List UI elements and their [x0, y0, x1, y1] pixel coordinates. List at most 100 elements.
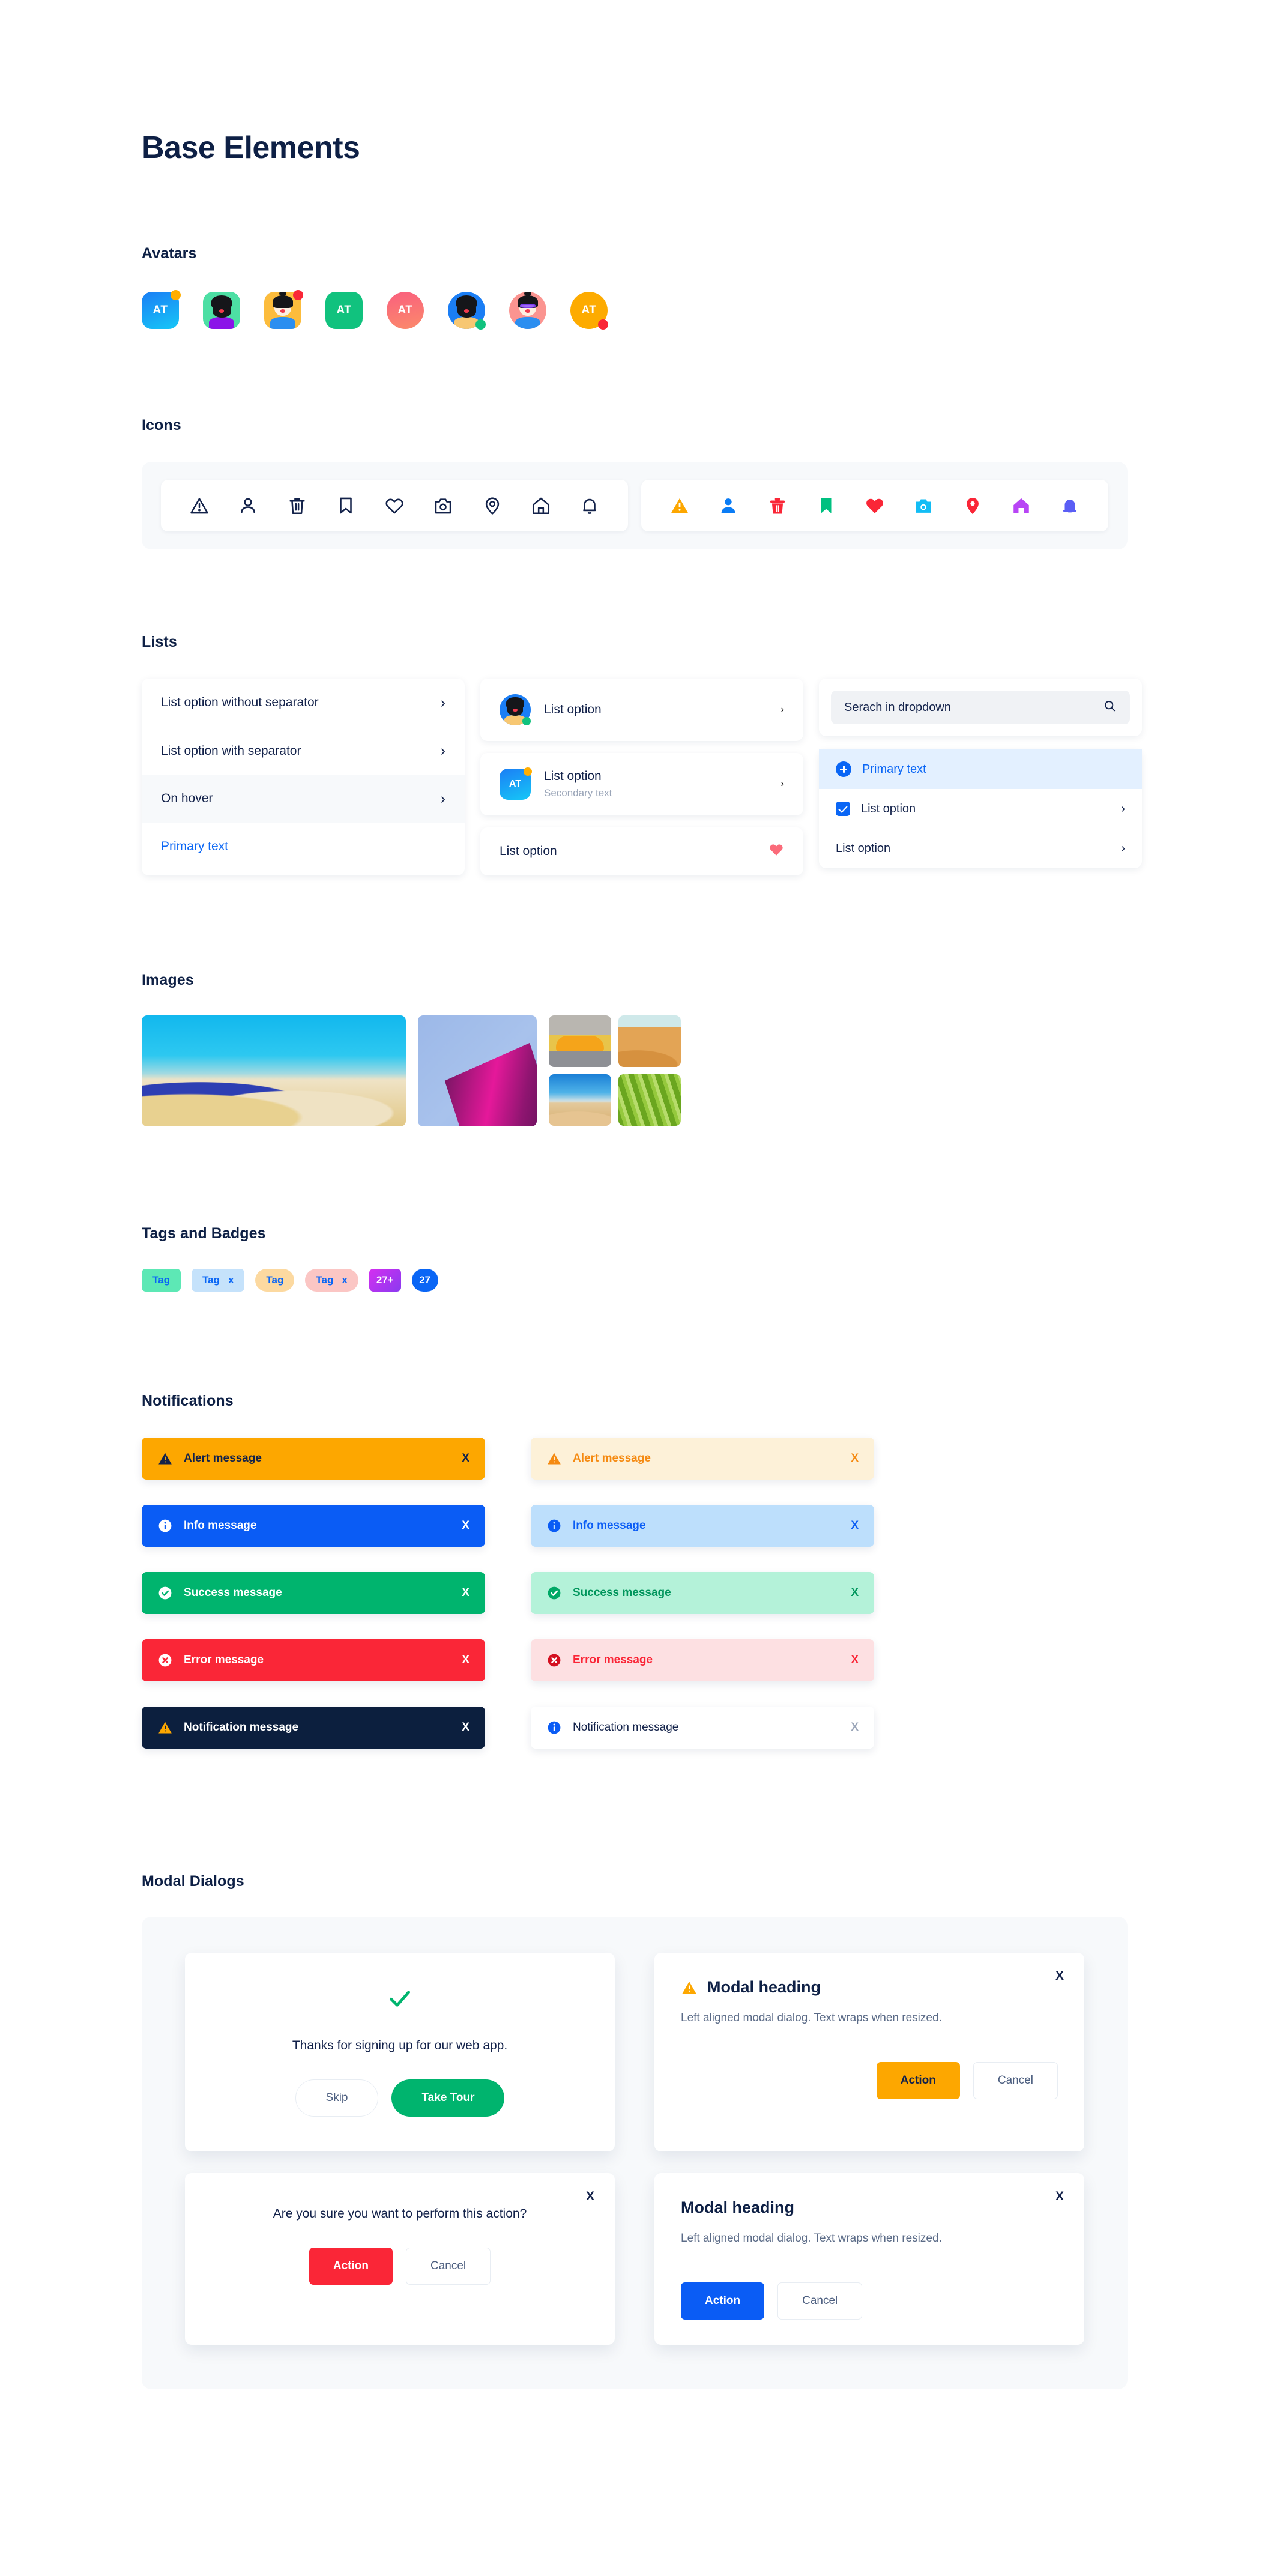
image-green-palm-leaves[interactable]: [618, 1074, 681, 1126]
avatar-background: [203, 292, 240, 329]
skip-button[interactable]: Skip: [295, 2079, 379, 2117]
person-illustration: [509, 292, 546, 329]
notification-error: Error message X: [142, 1639, 485, 1681]
action-button[interactable]: Action: [681, 2282, 765, 2320]
dropdown-item[interactable]: List option ›: [819, 829, 1142, 868]
modal-buttons: Skip Take Tour: [211, 2079, 588, 2117]
section-title-icons: Icons: [142, 417, 181, 434]
bookmark-icon[interactable]: [808, 495, 844, 516]
avatar-illustration-square-amber[interactable]: [264, 290, 303, 329]
avatar-illustration-square-green[interactable]: [203, 292, 240, 329]
tag-closable[interactable]: Tag x: [305, 1269, 358, 1292]
avatar-illustration-circle-salmon[interactable]: [509, 292, 546, 329]
notification-error-soft: Error message X: [531, 1639, 874, 1681]
user-icon[interactable]: [230, 495, 266, 516]
list-item-primary[interactable]: Primary text: [142, 823, 465, 871]
trash-icon[interactable]: [279, 495, 315, 516]
cancel-button[interactable]: Cancel: [973, 2061, 1058, 2099]
image-orange-sand-dune[interactable]: [618, 1015, 681, 1067]
dropdown-search-card: [819, 679, 1142, 736]
user-icon[interactable]: [710, 495, 746, 516]
close-icon[interactable]: x: [342, 1274, 347, 1286]
warning-triangle-icon[interactable]: [662, 495, 698, 516]
close-icon[interactable]: X: [462, 1452, 469, 1465]
chevron-right-icon: ›: [1121, 802, 1125, 815]
cancel-button[interactable]: Cancel: [405, 2248, 491, 2285]
bell-icon[interactable]: [572, 495, 608, 516]
close-icon[interactable]: X: [851, 1586, 859, 1600]
close-icon[interactable]: X: [851, 1519, 859, 1532]
tag[interactable]: Tag: [142, 1269, 181, 1292]
home-icon[interactable]: [523, 495, 559, 516]
home-icon[interactable]: [1003, 495, 1039, 516]
tag[interactable]: Tag: [255, 1269, 295, 1292]
cancel-button[interactable]: Cancel: [777, 2282, 863, 2320]
dropdown-item-primary[interactable]: Primary text: [819, 749, 1142, 789]
action-button[interactable]: Action: [309, 2248, 393, 2285]
avatar-initials-square-blue[interactable]: AT: [142, 290, 181, 329]
close-icon[interactable]: X: [851, 1654, 859, 1667]
camera-icon[interactable]: [905, 495, 941, 516]
avatar-illustration-circle-blue[interactable]: [448, 292, 486, 330]
list-item[interactable]: List option without separator ›: [142, 679, 465, 727]
close-icon[interactable]: X: [462, 1654, 469, 1667]
checkbox-checked-icon[interactable]: [836, 802, 850, 816]
take-tour-button[interactable]: Take Tour: [391, 2079, 505, 2117]
image-white-sands-dunes[interactable]: [142, 1015, 406, 1126]
search-box[interactable]: [831, 691, 1130, 724]
avatar: AT: [500, 767, 532, 800]
notification-message: Error message: [184, 1654, 264, 1666]
close-icon[interactable]: X: [851, 1721, 859, 1734]
tag-closable[interactable]: Tag x: [191, 1269, 245, 1292]
modal-buttons: Action Cancel: [211, 2248, 588, 2285]
trash-icon[interactable]: [759, 495, 796, 516]
list-item[interactable]: AT List option Secondary text ›: [480, 753, 803, 815]
notification-message: Success message: [573, 1586, 671, 1599]
list-item-hovered[interactable]: On hover ›: [142, 775, 465, 823]
list-item-label: List option: [500, 844, 557, 858]
close-icon[interactable]: x: [228, 1274, 234, 1286]
search-icon[interactable]: [1103, 699, 1117, 716]
search-input[interactable]: [844, 700, 1096, 715]
heart-icon[interactable]: [376, 495, 412, 516]
close-icon[interactable]: X: [462, 1519, 469, 1532]
chevron-right-icon: ›: [440, 742, 445, 759]
design-system-page: Base Elements Avatars AT AT AT AT Icons …: [0, 0, 1268, 2389]
image-pink-glass-building[interactable]: [418, 1015, 537, 1126]
close-icon[interactable]: X: [1055, 2190, 1064, 2203]
list-card-avatar: List option ›: [480, 679, 803, 741]
avatar-status-dot: [598, 319, 608, 330]
filled-icons-card: [641, 480, 1108, 531]
notification-plain: Notification message X: [531, 1707, 874, 1749]
close-icon[interactable]: X: [1055, 1970, 1064, 1982]
lists-row: List option without separator › List opt…: [142, 679, 1268, 875]
avatar-initials: AT: [152, 304, 168, 316]
close-icon[interactable]: X: [462, 1586, 469, 1600]
list-item-label: List option: [544, 769, 602, 783]
close-icon[interactable]: X: [462, 1721, 469, 1734]
lists-section: Lists List option without separator › Li…: [142, 633, 1268, 875]
close-icon[interactable]: X: [586, 2190, 594, 2203]
heart-icon[interactable]: [768, 842, 784, 861]
list-item[interactable]: List option: [480, 827, 803, 875]
notification-message: Notification message: [184, 1721, 299, 1734]
image-yellow-classic-car[interactable]: [549, 1015, 611, 1067]
action-button[interactable]: Action: [876, 2061, 960, 2099]
avatar-initials-square-teal[interactable]: AT: [325, 292, 363, 329]
location-pin-icon[interactable]: [955, 495, 991, 516]
list-item[interactable]: List option with separator ›: [142, 727, 465, 775]
warning-triangle-icon[interactable]: [181, 495, 217, 516]
avatar-initials-circle-orange[interactable]: AT: [570, 292, 608, 330]
bell-icon[interactable]: [1052, 495, 1088, 516]
avatar-initials-circle-pink[interactable]: AT: [387, 292, 424, 329]
heart-icon[interactable]: [857, 495, 893, 516]
image-blue-sky-dune[interactable]: [549, 1074, 611, 1126]
list-item[interactable]: List option ›: [480, 679, 803, 741]
close-icon[interactable]: X: [851, 1452, 859, 1465]
image-small-row: [549, 1074, 681, 1126]
dropdown-column: Primary text List option › List option ›: [819, 679, 1142, 875]
location-pin-icon[interactable]: [474, 495, 510, 516]
bookmark-icon[interactable]: [328, 495, 364, 516]
camera-icon[interactable]: [425, 495, 461, 516]
dropdown-item-checked[interactable]: List option ›: [819, 789, 1142, 829]
